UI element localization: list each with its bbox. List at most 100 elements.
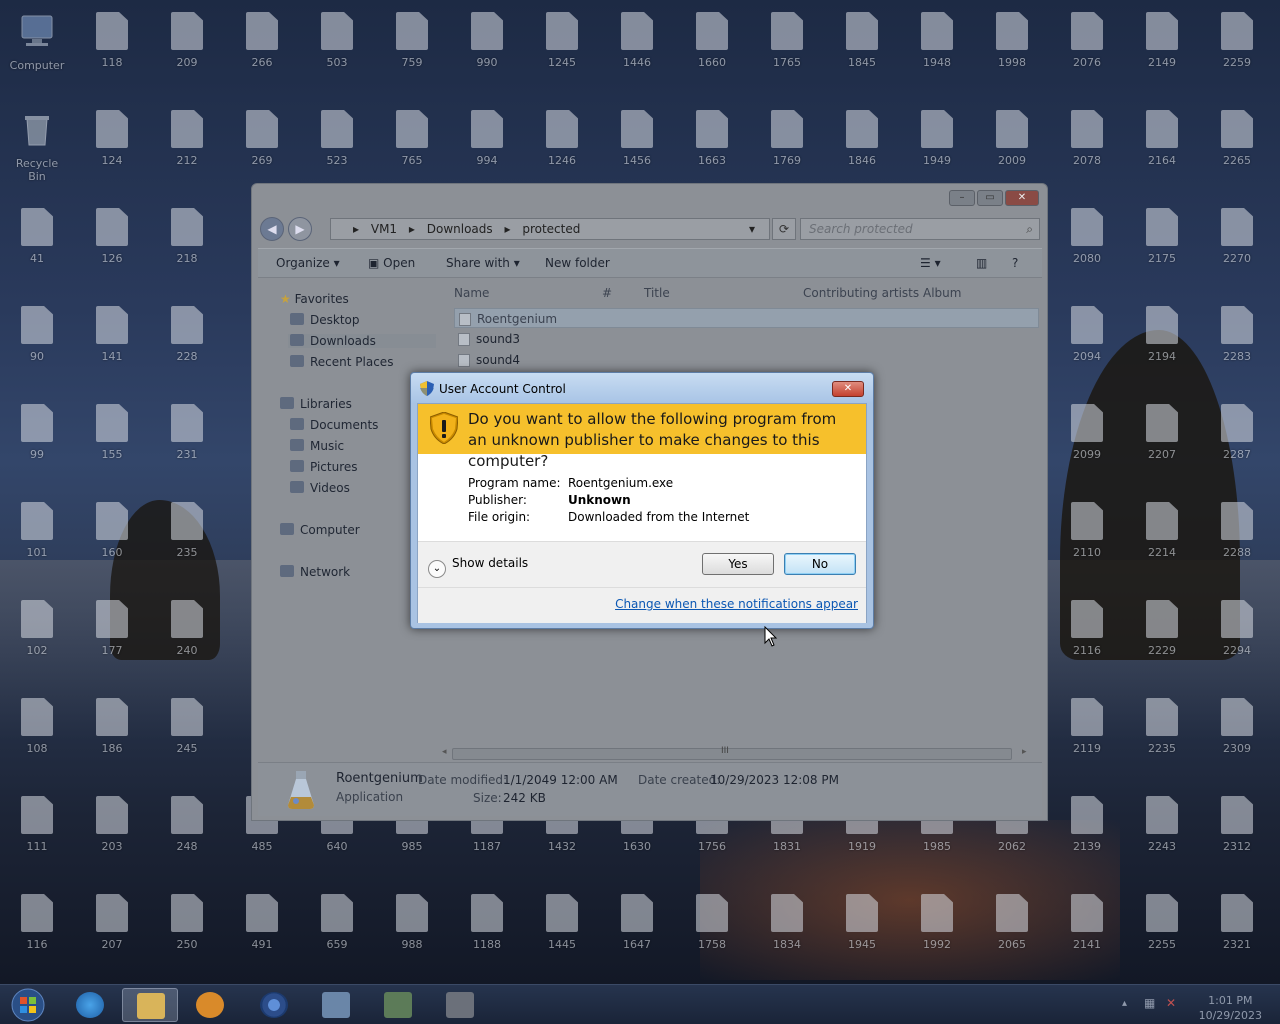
desktop-file-icon[interactable]: 2175 bbox=[1132, 208, 1192, 265]
desktop-file-icon[interactable]: 1998 bbox=[982, 12, 1042, 69]
refresh-icon[interactable]: ⟳ bbox=[772, 218, 796, 240]
desktop-file-icon[interactable]: 248 bbox=[157, 796, 217, 853]
desktop-file-icon[interactable]: 2288 bbox=[1207, 502, 1267, 559]
desktop-file-icon[interactable]: 1647 bbox=[607, 894, 667, 951]
desktop-file-icon[interactable]: 2255 bbox=[1132, 894, 1192, 951]
clock[interactable]: 1:01 PM 10/29/2023 bbox=[1199, 993, 1262, 1023]
desktop-file-icon[interactable]: 212 bbox=[157, 110, 217, 167]
taskbar-control-panel-icon[interactable] bbox=[308, 988, 364, 1022]
nav-favorites[interactable]: ★ Favorites bbox=[280, 292, 349, 306]
desktop-file-icon[interactable]: 2287 bbox=[1207, 404, 1267, 461]
desktop-file-icon[interactable]: 116 bbox=[7, 894, 67, 951]
desktop-file-icon[interactable]: 235 bbox=[157, 502, 217, 559]
desktop-file-icon[interactable]: 209 bbox=[157, 12, 217, 69]
nav-libraries[interactable]: Libraries bbox=[280, 397, 352, 411]
file-row-roentgenium[interactable]: Roentgenium bbox=[454, 308, 1039, 328]
desktop-file-icon[interactable]: 2243 bbox=[1132, 796, 1192, 853]
back-icon[interactable]: ◀ bbox=[260, 217, 284, 241]
column-contributing-artists[interactable]: Contributing artists bbox=[803, 286, 919, 300]
desktop-file-icon[interactable]: 118 bbox=[82, 12, 142, 69]
nav-recent-places[interactable]: Recent Places bbox=[290, 355, 393, 369]
desktop-file-icon[interactable]: 266 bbox=[232, 12, 292, 69]
column-name[interactable]: Name bbox=[454, 286, 489, 300]
desktop-file-icon[interactable]: 1948 bbox=[907, 12, 967, 69]
desktop-recycle-bin[interactable]: Recycle Bin bbox=[7, 110, 67, 183]
desktop-file-icon[interactable]: 1846 bbox=[832, 110, 892, 167]
desktop-file-icon[interactable]: 2009 bbox=[982, 110, 1042, 167]
preview-pane-icon[interactable]: ▥ bbox=[976, 256, 987, 270]
nav-network[interactable]: Network bbox=[280, 565, 350, 579]
uac-close-button[interactable]: ✕ bbox=[832, 381, 864, 397]
desktop-file-icon[interactable]: 2110 bbox=[1057, 502, 1117, 559]
share-with-button[interactable]: Share with ▾ bbox=[446, 256, 520, 270]
desktop-file-icon[interactable]: 1949 bbox=[907, 110, 967, 167]
desktop-file-icon[interactable]: 186 bbox=[82, 698, 142, 755]
desktop-file-icon[interactable]: 101 bbox=[7, 502, 67, 559]
taskbar-file-explorer-icon[interactable] bbox=[122, 988, 178, 1022]
desktop-file-icon[interactable]: 250 bbox=[157, 894, 217, 951]
desktop-file-icon[interactable]: 108 bbox=[7, 698, 67, 755]
desktop-file-icon[interactable]: 659 bbox=[307, 894, 367, 951]
address-dropdown-icon[interactable]: ▾ bbox=[749, 219, 755, 239]
file-row-sound4[interactable]: sound4 bbox=[454, 350, 1039, 370]
network-tray-icon[interactable]: ▦ bbox=[1144, 996, 1155, 1010]
desktop-file-icon[interactable]: 2214 bbox=[1132, 502, 1192, 559]
desktop-file-icon[interactable]: 2259 bbox=[1207, 12, 1267, 69]
desktop-file-icon[interactable]: 99 bbox=[7, 404, 67, 461]
desktop-file-icon[interactable]: 2164 bbox=[1132, 110, 1192, 167]
desktop-file-icon[interactable]: 2080 bbox=[1057, 208, 1117, 265]
nav-downloads[interactable]: Downloads bbox=[288, 334, 436, 348]
desktop-file-icon[interactable]: 2141 bbox=[1057, 894, 1117, 951]
desktop-file-icon[interactable]: 2283 bbox=[1207, 306, 1267, 363]
taskbar-chrome-icon[interactable] bbox=[246, 988, 302, 1022]
desktop-file-icon[interactable]: 2312 bbox=[1207, 796, 1267, 853]
desktop-file-icon[interactable]: 41 bbox=[7, 208, 67, 265]
desktop-file-icon[interactable]: 2194 bbox=[1132, 306, 1192, 363]
desktop-file-icon[interactable]: 1992 bbox=[907, 894, 967, 951]
scroll-right-icon[interactable]: ▸ bbox=[1022, 747, 1027, 757]
desktop-file-icon[interactable]: 2076 bbox=[1057, 12, 1117, 69]
horizontal-scrollbar[interactable]: ◂ III ▸ bbox=[442, 746, 1032, 762]
desktop-file-icon[interactable]: 990 bbox=[457, 12, 517, 69]
desktop-file-icon[interactable]: 269 bbox=[232, 110, 292, 167]
desktop-file-icon[interactable]: 111 bbox=[7, 796, 67, 853]
desktop-file-icon[interactable]: 988 bbox=[382, 894, 442, 951]
desktop-file-icon[interactable]: 1445 bbox=[532, 894, 592, 951]
desktop-file-icon[interactable]: 1758 bbox=[682, 894, 742, 951]
show-details-toggle[interactable]: ⌄ Show details bbox=[428, 556, 528, 578]
desktop-file-icon[interactable]: 1245 bbox=[532, 12, 592, 69]
forward-icon[interactable]: ▶ bbox=[288, 217, 312, 241]
taskbar-internet-explorer-icon[interactable] bbox=[62, 988, 118, 1022]
column-album[interactable]: Album bbox=[923, 286, 961, 300]
desktop-file-icon[interactable]: 1456 bbox=[607, 110, 667, 167]
desktop-file-icon[interactable]: 1446 bbox=[607, 12, 667, 69]
desktop-file-icon[interactable]: 124 bbox=[82, 110, 142, 167]
desktop-file-icon[interactable]: 218 bbox=[157, 208, 217, 265]
nav-videos[interactable]: Videos bbox=[290, 481, 350, 495]
view-options-icon[interactable]: ☰ ▾ bbox=[920, 256, 941, 270]
scroll-thumb[interactable]: III bbox=[452, 746, 1012, 760]
desktop-file-icon[interactable]: 1769 bbox=[757, 110, 817, 167]
desktop-file-icon[interactable]: 2235 bbox=[1132, 698, 1192, 755]
desktop-file-icon[interactable]: 240 bbox=[157, 600, 217, 657]
desktop-file-icon[interactable]: 160 bbox=[82, 502, 142, 559]
breadcrumb-protected[interactable]: protected bbox=[522, 222, 580, 236]
help-icon[interactable]: ? bbox=[1012, 256, 1018, 270]
desktop-file-icon[interactable]: 2065 bbox=[982, 894, 1042, 951]
desktop-file-icon[interactable]: 231 bbox=[157, 404, 217, 461]
desktop-file-icon[interactable]: 228 bbox=[157, 306, 217, 363]
desktop-file-icon[interactable]: 2265 bbox=[1207, 110, 1267, 167]
no-button[interactable]: No bbox=[784, 553, 856, 575]
desktop-file-icon[interactable]: 245 bbox=[157, 698, 217, 755]
change-notifications-link[interactable]: Change when these notifications appear bbox=[615, 597, 858, 611]
maximize-button[interactable]: ▭ bbox=[977, 190, 1003, 206]
desktop-file-icon[interactable]: 1660 bbox=[682, 12, 742, 69]
start-button[interactable] bbox=[4, 987, 48, 1023]
desktop-file-icon[interactable]: 155 bbox=[82, 404, 142, 461]
volume-muted-icon[interactable]: ✕ bbox=[1166, 996, 1176, 1010]
search-input[interactable]: Search protected ⌕ bbox=[800, 218, 1040, 240]
desktop-file-icon[interactable]: 1663 bbox=[682, 110, 742, 167]
desktop-file-icon[interactable]: 1845 bbox=[832, 12, 892, 69]
desktop-file-icon[interactable]: 2229 bbox=[1132, 600, 1192, 657]
taskbar-task-manager-icon[interactable] bbox=[432, 988, 488, 1022]
